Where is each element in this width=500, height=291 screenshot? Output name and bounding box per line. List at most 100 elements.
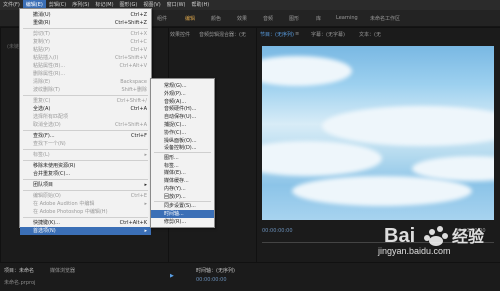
edit-menu-item-label: 在 Adobe Photoshop 中编辑(H) bbox=[33, 209, 108, 215]
text-tab[interactable]: 文本：(无 bbox=[359, 31, 381, 38]
edit-menu-item-label: 取消全选(D) bbox=[33, 122, 61, 128]
edit-menu-item-label: 团队项目 bbox=[33, 182, 54, 188]
menu-separator bbox=[23, 179, 148, 180]
edit-menu-item[interactable]: 重复(C) Ctrl+Shift+/ bbox=[20, 97, 151, 105]
edit-menu-item-label: 首选项(N) bbox=[33, 228, 56, 234]
edit-menu-item[interactable]: 复制(Y) Ctrl+C bbox=[20, 38, 151, 46]
edit-menu-item[interactable]: 重做(R) Ctrl+Shift+Z bbox=[20, 19, 151, 27]
edit-menu-item-shortcut: Ctrl+F bbox=[131, 133, 147, 139]
selection-tool-icon[interactable]: ▶ bbox=[170, 273, 174, 279]
workspace-tab-editing[interactable]: 编辑 bbox=[185, 15, 195, 22]
workspace-tab-graphics[interactable]: 图形 bbox=[289, 15, 299, 22]
edit-menu-item-label: 合并重复项(C)... bbox=[33, 171, 71, 177]
edit-menu-item-label: 选择所有匹配项 bbox=[33, 114, 69, 120]
edit-menu-item-shortcut: Ctrl+Shift+V bbox=[114, 55, 147, 61]
edit-menu-item-shortcut: Ctrl+Z bbox=[130, 12, 147, 18]
edit-menu-item[interactable]: 编辑原始(O) Ctrl+E bbox=[20, 192, 151, 200]
program-video-frame bbox=[262, 46, 494, 220]
project-tab[interactable]: 项目：未命名 bbox=[4, 267, 34, 274]
edit-menu-item[interactable]: 选择所有匹配项 bbox=[20, 113, 151, 121]
workspace-tab-custom[interactable]: 未命名工作区 bbox=[370, 15, 400, 22]
edit-menu-item[interactable]: 粘贴(P) Ctrl+V bbox=[20, 46, 151, 54]
edit-menu-item-shortcut: Ctrl+C bbox=[130, 39, 147, 45]
edit-menu-dropdown: 撤消(U) Ctrl+Z 重做(R) Ctrl+Shift+Z 剪切(T) Ctrl+X 复… bbox=[19, 8, 152, 235]
preferences-item-label: 修剪(R)... bbox=[164, 218, 187, 225]
bottom-panels: 项目：未命名 媒体浏览器 未命名.prproj 时间轴：(无序列) 00:00:… bbox=[0, 262, 500, 291]
edit-menu-item-label: 撤消(U) bbox=[33, 12, 51, 18]
edit-menu-item-shortcut: Ctrl+Shift+/ bbox=[116, 98, 147, 104]
edit-menu-item-shortcut: Backspace bbox=[120, 79, 147, 85]
edit-menu-item[interactable]: 查找(F)... Ctrl+F bbox=[20, 132, 151, 140]
edit-menu-item-label: 删除属性(R)... bbox=[33, 71, 66, 77]
menu-separator bbox=[23, 149, 148, 150]
edit-menu-item-shortcut: Ctrl+Alt+V bbox=[119, 63, 147, 69]
timeline-timecode: 00:00:00:00 bbox=[196, 277, 227, 283]
workspace-tab-assembly[interactable]: 组件 bbox=[157, 15, 167, 22]
edit-menu-item[interactable]: 删除属性(R)... bbox=[20, 70, 151, 78]
program-menu-icon[interactable]: ≡ bbox=[295, 31, 299, 37]
preferences-submenu: 常规(G)... 外观(P)... 音频(A)... 音频硬件(H)... 自动保存(U… bbox=[150, 78, 215, 228]
edit-menu-item-shortcut: Shift+删除 bbox=[121, 87, 147, 93]
edit-menu-item[interactable]: 清除(E) Backspace bbox=[20, 78, 151, 86]
menu-separator bbox=[23, 217, 148, 218]
edit-menu-item-shortcut: Ctrl+X bbox=[130, 31, 147, 37]
edit-menu-item-label: 复制(Y) bbox=[33, 39, 50, 45]
media-browser-tab[interactable]: 媒体浏览器 bbox=[50, 267, 75, 274]
edit-menu-item[interactable]: 粘贴插入(I) Ctrl+Shift+V bbox=[20, 54, 151, 62]
program-timecode-left: 00:00:00:00 bbox=[262, 228, 293, 234]
edit-menu-item[interactable]: 首选项(N) ▸ bbox=[20, 227, 151, 235]
edit-menu-item-label: 查找(F)... bbox=[33, 133, 55, 139]
edit-menu-item-shortcut: Ctrl+Alt+K bbox=[119, 220, 147, 226]
baidu-url: jingyan.baidu.com bbox=[378, 246, 451, 256]
edit-menu-item-shortcut: Ctrl+Shift+A bbox=[114, 122, 147, 128]
edit-menu-item[interactable]: 移除未使用资源(R) bbox=[20, 162, 151, 170]
edit-menu-item[interactable]: 在 Adobe Photoshop 中编辑(H) bbox=[20, 208, 151, 216]
workspace-tab-libraries[interactable]: 库 bbox=[316, 15, 321, 22]
edit-menu-item-label: 快捷键(K)... bbox=[33, 220, 60, 226]
edit-menu-item[interactable]: 快捷键(K)... Ctrl+Alt+K bbox=[20, 219, 151, 227]
audio-mixer-tab[interactable]: 音频剪辑混合器：(无 bbox=[199, 31, 246, 38]
menu-separator bbox=[23, 95, 148, 96]
edit-menu-item[interactable]: 团队项目 ▸ bbox=[20, 181, 151, 189]
menu-separator bbox=[23, 160, 148, 161]
edit-menu-item[interactable]: 剪切(T) Ctrl+X bbox=[20, 30, 151, 38]
edit-menu-item-label: 全选(A) bbox=[33, 106, 51, 112]
baidu-watermark: Bai 经验 jingyan.baidu.com bbox=[378, 218, 498, 258]
svg-text:Bai: Bai bbox=[384, 225, 415, 247]
workspace-tab-effects[interactable]: 效果 bbox=[237, 15, 247, 22]
subtitle-tab[interactable]: 字幕：(无字幕) bbox=[311, 31, 345, 38]
edit-menu-item[interactable]: 合并重复项(C)... bbox=[20, 170, 151, 178]
edit-menu-item[interactable]: 撤消(U) Ctrl+Z bbox=[20, 11, 151, 19]
edit-menu-item[interactable]: 在 Adobe Audition 中编辑 ▸ bbox=[20, 200, 151, 208]
edit-menu-item[interactable]: 查找下一个(N) bbox=[20, 140, 151, 148]
menu-separator bbox=[23, 130, 148, 131]
edit-menu-item-label: 剪切(T) bbox=[33, 31, 50, 37]
edit-menu-item[interactable]: 粘贴属性(B)... Ctrl+Alt+V bbox=[20, 62, 151, 70]
project-file[interactable]: 未命名.prproj bbox=[4, 279, 35, 286]
edit-menu-item-shortcut: Ctrl+Shift+Z bbox=[114, 20, 147, 26]
edit-menu-item-label: 查找下一个(N) bbox=[33, 141, 66, 147]
edit-menu-item[interactable]: 取消全选(D) Ctrl+Shift+A bbox=[20, 121, 151, 129]
edit-menu-item-shortcut: Ctrl+V bbox=[130, 47, 147, 53]
svg-text:经验: 经验 bbox=[452, 227, 485, 246]
submenu-arrow-icon: ▸ bbox=[144, 182, 147, 188]
menu-8[interactable]: 帮助(H) bbox=[189, 0, 213, 10]
preferences-item[interactable]: 修剪(R)... bbox=[151, 218, 214, 226]
submenu-arrow-icon: ▸ bbox=[144, 228, 147, 234]
submenu-arrow-icon: ▸ bbox=[144, 152, 147, 158]
edit-menu-item[interactable]: 波纹删除(T) Shift+删除 bbox=[20, 86, 151, 94]
edit-menu-item[interactable]: 全选(A) Ctrl+A bbox=[20, 105, 151, 113]
timeline-tab[interactable]: 时间轴：(无序列) bbox=[196, 267, 235, 274]
edit-menu-item-shortcut: Ctrl+E bbox=[130, 193, 147, 199]
menu-7[interactable]: 窗口(W) bbox=[164, 0, 189, 10]
submenu-arrow-icon: ▸ bbox=[144, 201, 147, 207]
effect-controls-tab[interactable]: 效果控件 bbox=[170, 31, 190, 38]
edit-menu-item[interactable]: 标签(L) ▸ bbox=[20, 151, 151, 159]
workspace-tab-audio[interactable]: 音频 bbox=[263, 15, 273, 22]
program-tab[interactable]: 节目：(无序列) bbox=[260, 31, 294, 38]
workspace-tab-learning[interactable]: Learning bbox=[336, 15, 358, 21]
edit-menu-item-label: 粘贴(P) bbox=[33, 47, 50, 53]
edit-menu-item-label: 编辑原始(O) bbox=[33, 193, 61, 199]
edit-menu-item-label: 重做(R) bbox=[33, 20, 51, 26]
workspace-tab-color[interactable]: 颜色 bbox=[211, 15, 221, 22]
